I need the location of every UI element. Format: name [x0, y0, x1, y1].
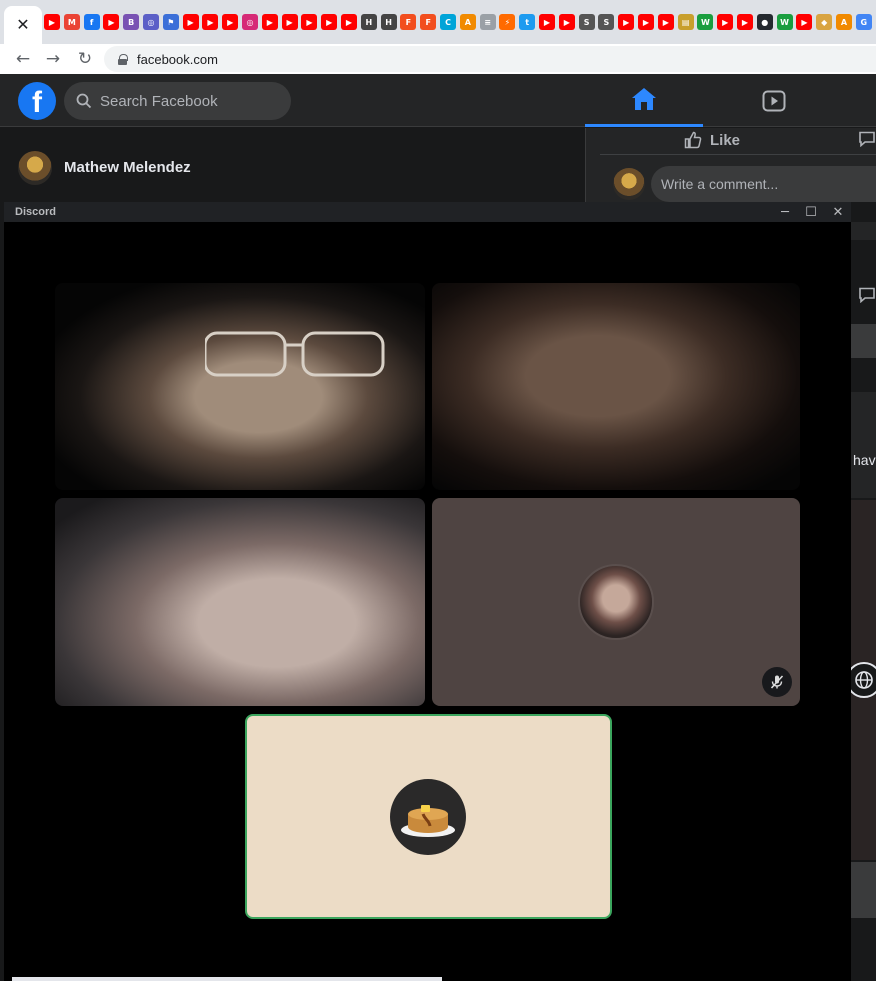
facebook-search[interactable] [64, 82, 291, 120]
close-icon[interactable]: ✕ [825, 202, 851, 222]
avatar[interactable] [18, 151, 52, 185]
feed-card-edge [851, 392, 876, 498]
youtube-icon[interactable]: ▶ [717, 14, 734, 30]
food-icon[interactable]: ◆ [816, 14, 833, 30]
avatar [578, 564, 654, 640]
youtube-icon[interactable]: ▶ [539, 14, 555, 30]
minimize-icon[interactable]: ─ [772, 202, 798, 222]
youtube-icon[interactable]: ▶ [321, 14, 338, 30]
app-icon[interactable]: A [836, 14, 852, 30]
tab-watch[interactable] [715, 74, 833, 127]
w-icon[interactable]: W [697, 14, 714, 30]
c-icon[interactable]: C [440, 14, 456, 30]
home-icon [632, 88, 656, 110]
avatar-tile-speaking[interactable] [245, 714, 612, 919]
bootstrap-icon[interactable]: B [123, 14, 140, 30]
close-tab-icon[interactable]: ✕ [16, 15, 29, 35]
pancakes-icon [390, 779, 466, 855]
avatar[interactable] [613, 168, 645, 200]
video-icon [762, 90, 786, 111]
video-feed [205, 331, 385, 377]
youtube-icon[interactable]: ▶ [558, 14, 575, 30]
like-button[interactable]: Like [684, 130, 740, 150]
comment-icon[interactable] [858, 287, 876, 303]
facebook-logo-icon[interactable]: f [18, 82, 56, 120]
browser-tab-strip: ✕ ▶ Mf ▶ B ◎ ⚑ ▶ ▶ ▶ ◎ ▶ ▶ ▶ ▶ ▶ H H F F C A ≡ ⚡ t ▶ ▶ S S ▶ ▶ ▶ ▤ W ▶ ▶ ● W… [0, 0, 876, 44]
youtube-icon[interactable]: ▶ [103, 14, 120, 30]
horizontal-scrollbar[interactable] [12, 977, 442, 981]
comment-icon[interactable] [858, 131, 876, 147]
w-icon[interactable]: W [776, 14, 793, 30]
youtube-icon[interactable]: ▶ [341, 14, 357, 30]
s-icon[interactable]: S [578, 14, 595, 30]
facebook-icon[interactable]: f [83, 14, 100, 30]
mic-muted-icon [762, 667, 792, 697]
gmail-icon[interactable]: M [63, 14, 80, 30]
comment-field[interactable] [651, 166, 876, 202]
page-icon[interactable]: ≡ [479, 14, 496, 30]
active-tab[interactable]: ✕ [4, 6, 42, 44]
like-label: Like [710, 131, 741, 149]
thumbs-up-icon [684, 131, 702, 149]
video-tile[interactable] [432, 283, 800, 490]
youtube-icon[interactable]: ▶ [737, 14, 753, 30]
browser-toolbar: ← → ↻ facebook.com [0, 44, 876, 74]
youtube-icon[interactable]: ▶ [638, 14, 654, 30]
video-tile[interactable] [55, 498, 425, 706]
maximize-icon[interactable]: ☐ [798, 202, 824, 222]
address-text: facebook.com [137, 51, 218, 67]
search-icon [76, 93, 92, 109]
youtube-icon[interactable]: ▶ [202, 14, 219, 30]
discord-titlebar [4, 202, 851, 222]
avatar-tile[interactable] [432, 498, 800, 706]
s-icon[interactable]: S [598, 14, 615, 30]
back-arrow-icon[interactable]: ← [10, 46, 36, 72]
feed-card-edge [851, 222, 876, 240]
reload-icon[interactable]: ↻ [72, 46, 98, 72]
globe-icon[interactable]: ◎ [143, 14, 159, 30]
youtube-icon[interactable]: ▶ [182, 14, 199, 30]
youtube-icon[interactable]: ▶ [301, 14, 318, 30]
hr-icon[interactable]: H [380, 14, 397, 30]
address-bar[interactable]: facebook.com [104, 46, 876, 72]
youtube-icon[interactable]: ▶ [261, 14, 278, 30]
github-icon[interactable]: ● [756, 14, 773, 30]
divider [600, 154, 876, 155]
comment-input[interactable] [661, 176, 861, 192]
youtube-icon[interactable]: ▶ [796, 14, 813, 30]
twitter-icon[interactable]: t [519, 14, 536, 30]
youtube-icon[interactable]: ▶ [281, 14, 298, 30]
discord-title: Discord [15, 206, 56, 218]
comment-field-edge [851, 324, 876, 358]
figma-icon[interactable]: F [400, 14, 417, 30]
news-icon[interactable]: ▤ [677, 14, 694, 30]
figma-icon[interactable]: F [420, 14, 437, 30]
lock-icon[interactable] [118, 53, 128, 65]
flag-icon[interactable]: ⚑ [162, 14, 179, 30]
forward-arrow-icon[interactable]: → [40, 46, 66, 72]
youtube-icon[interactable]: ▶ [657, 14, 674, 30]
instagram-icon[interactable]: ◎ [242, 14, 258, 30]
tab-home[interactable] [585, 74, 703, 127]
search-input[interactable] [100, 92, 270, 110]
youtube-icon[interactable]: ▶ [44, 14, 60, 30]
youtube-icon[interactable]: ▶ [222, 14, 239, 30]
youtube-icon[interactable]: ▶ [618, 14, 635, 30]
profile-name[interactable]: Mathew Melendez [64, 159, 191, 176]
video-tile[interactable] [55, 283, 425, 490]
bolt-icon[interactable]: ⚡ [499, 14, 516, 30]
google-icon[interactable]: G [855, 14, 872, 30]
post-text-fragment: hav [853, 452, 876, 468]
app-icon[interactable]: A [459, 14, 476, 30]
hr-icon[interactable]: H [360, 14, 377, 30]
feed-card-edge [851, 862, 876, 918]
